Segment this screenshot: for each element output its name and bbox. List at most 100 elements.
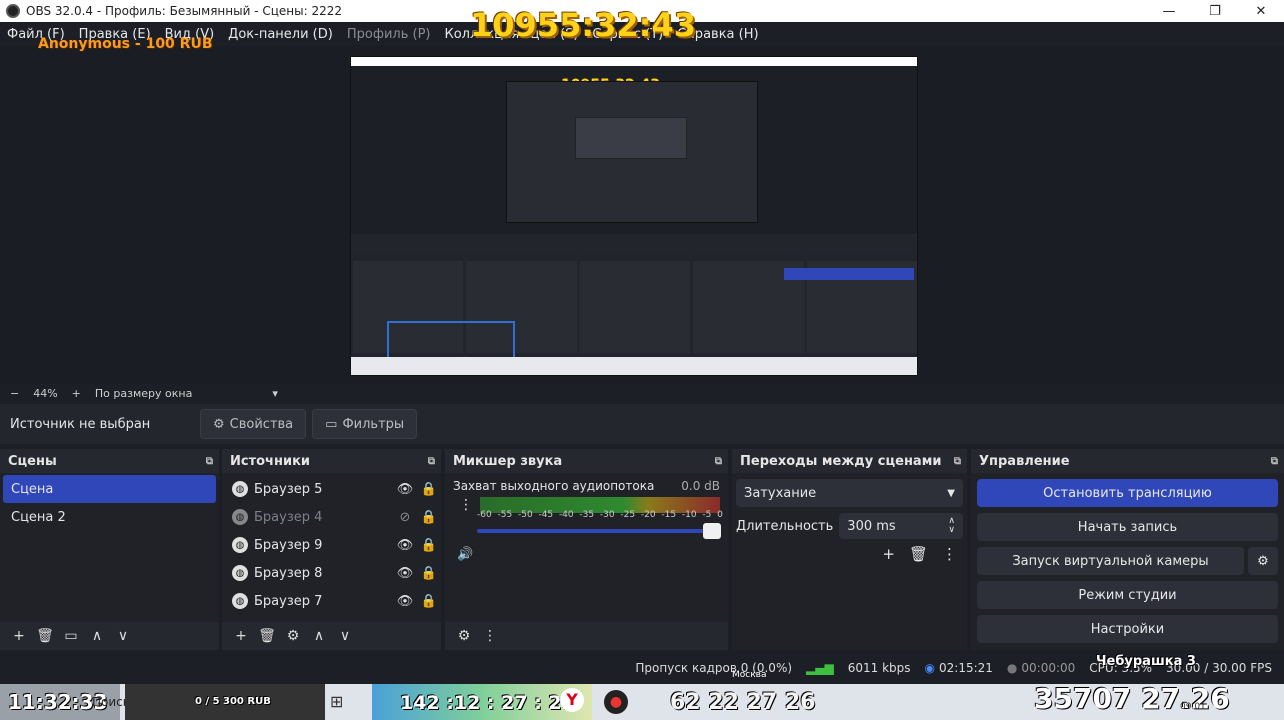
- close-button[interactable]: ✕: [1238, 0, 1284, 22]
- eye-icon[interactable]: 👁: [393, 594, 417, 609]
- meter-tick: -10: [681, 510, 697, 520]
- more-vertical-icon[interactable]: ⋮: [942, 545, 957, 563]
- eye-icon[interactable]: 👁: [393, 482, 417, 497]
- undock-icon[interactable]: ⧉: [1271, 456, 1278, 467]
- preview-area[interactable]: 10955:32:43: [0, 46, 1284, 384]
- arrow-down-icon[interactable]: ∨: [110, 628, 136, 644]
- transitions-header: Переходы между сценами ⧉: [732, 449, 967, 473]
- plus-icon[interactable]: +: [6, 628, 32, 644]
- scenes-toolbar: + 🗑 ▭ ∧ ∨: [0, 622, 219, 650]
- sources-dock: Источники ⧉ ◍ Браузер 5 👁 🔒 ◍ Браузер 4 ⊘ 🔒 ◍ Б…: [222, 449, 441, 650]
- counter-tile: 142 :12 : 27 : 25: [372, 684, 592, 720]
- zoom-in-button[interactable]: +: [72, 387, 81, 400]
- dock-title: Сцены: [8, 453, 57, 469]
- gear-icon[interactable]: ⚙: [280, 628, 306, 644]
- chevron-down-icon: ▼: [947, 487, 955, 499]
- scene-item[interactable]: Сцена: [3, 475, 216, 503]
- undock-icon[interactable]: ⧉: [954, 456, 961, 467]
- stop-stream-button[interactable]: Остановить трансляцию: [977, 479, 1278, 507]
- gear-icon[interactable]: ⚙: [451, 628, 477, 644]
- donation-progress: 0 / 5 300 RUB: [125, 684, 325, 720]
- volume-fader[interactable]: [477, 529, 721, 533]
- obs-taskbar-icon[interactable]: ●: [604, 690, 628, 714]
- mixer-body: Захват выходного аудиопотока 0.0 dB ⋮ 🔊 …: [445, 473, 728, 622]
- lock-icon[interactable]: 🔒: [417, 482, 441, 497]
- source-status: Источник не выбран: [10, 416, 151, 432]
- dock-title: Переходы между сценами: [740, 453, 942, 469]
- trash-icon[interactable]: 🗑: [254, 628, 280, 644]
- zoom-out-button[interactable]: −: [10, 387, 19, 400]
- nested-preview-inner: [575, 117, 687, 159]
- filter-icon[interactable]: ▭: [58, 628, 84, 644]
- maximize-button[interactable]: ❐: [1192, 0, 1238, 22]
- preview-titlebar: [351, 57, 917, 66]
- transitions-dock: Переходы между сценами ⧉ Затухание ▼ Дли…: [732, 449, 967, 650]
- trash-icon[interactable]: 🗑: [909, 545, 928, 563]
- nested-preview: [506, 81, 758, 223]
- stream-preview[interactable]: 10955:32:43: [350, 56, 918, 376]
- task-view-icon[interactable]: ⊞: [330, 692, 343, 711]
- source-item[interactable]: ◍ Браузер 5 👁 🔒: [222, 475, 441, 503]
- lock-icon[interactable]: 🔒: [417, 594, 441, 609]
- dropped-frames: Пропуск кадров 0 (0.0%): [635, 661, 793, 675]
- obs-logo-icon: [6, 4, 20, 18]
- settings-button[interactable]: Настройки: [977, 615, 1278, 643]
- lock-icon[interactable]: 🔒: [417, 510, 441, 525]
- studio-mode-button[interactable]: Режим студии: [977, 581, 1278, 609]
- source-name: Браузер 8: [254, 565, 323, 581]
- source-item[interactable]: ◍ Браузер 4 ⊘ 🔒: [222, 503, 441, 531]
- filters-button[interactable]: ▭ Фильтры: [312, 409, 418, 439]
- lock-icon[interactable]: 🔒: [417, 538, 441, 553]
- sources-toolbar: + 🗑 ⚙ ∧ ∨: [222, 622, 441, 650]
- gear-icon[interactable]: ⚙: [1248, 547, 1278, 575]
- duration-spinbox[interactable]: 300 ms ∧ ∨: [839, 513, 963, 539]
- properties-button[interactable]: ⚙ Свойства: [200, 409, 307, 439]
- sources-header: Источники ⧉: [222, 449, 441, 473]
- source-name: Браузер 5: [254, 481, 323, 497]
- eye-off-icon[interactable]: ⊘: [393, 510, 417, 525]
- arrow-down-icon[interactable]: ∨: [332, 628, 358, 644]
- meter-tick: -15: [661, 510, 677, 520]
- plus-icon[interactable]: +: [882, 545, 895, 563]
- counter-two: 62 22 27 26: [670, 690, 816, 715]
- source-item[interactable]: ◍ Браузер 7 👁 🔒: [222, 587, 441, 615]
- dock-title: Управление: [979, 453, 1070, 469]
- spin-arrows-icon[interactable]: ∧ ∨: [948, 517, 955, 535]
- eye-icon[interactable]: 👁: [393, 566, 417, 581]
- preview-canvas: 10955:32:43: [351, 74, 917, 234]
- preview-menubar: [351, 66, 917, 74]
- more-vertical-icon[interactable]: ⋮: [459, 497, 473, 513]
- source-item[interactable]: ◍ Браузер 8 👁 🔒: [222, 559, 441, 587]
- scenes-header: Сцены ⧉: [0, 449, 219, 473]
- menu-docks[interactable]: Док-панели (D): [221, 27, 340, 42]
- transition-select[interactable]: Затухание ▼: [736, 479, 963, 507]
- source-item[interactable]: ◍ Браузер 9 👁 🔒: [222, 531, 441, 559]
- volume-fader-handle[interactable]: [703, 523, 721, 539]
- undock-icon[interactable]: ⧉: [715, 456, 722, 467]
- transitions-body: Затухание ▼ Длительность 300 ms ∧ ∨ + 🗑 ⋮: [732, 473, 967, 650]
- dock-title: Источники: [230, 453, 310, 469]
- virtual-camera-button[interactable]: Запуск виртуальной камеры: [977, 547, 1244, 575]
- menu-profile[interactable]: Профиль (P): [340, 27, 438, 42]
- lock-icon[interactable]: 🔒: [417, 566, 441, 581]
- source-name: Браузер 9: [254, 537, 323, 553]
- scene-item[interactable]: Сцена 2: [3, 503, 216, 531]
- meter-tick: -5: [702, 510, 712, 520]
- trash-icon[interactable]: 🗑: [32, 628, 58, 644]
- stream-time: 02:15:21: [939, 661, 993, 675]
- start-recording-button[interactable]: Начать запись: [977, 513, 1278, 541]
- meter-tick: -45: [538, 510, 554, 520]
- more-vertical-icon[interactable]: ⋮: [477, 628, 503, 644]
- plus-icon[interactable]: +: [228, 628, 254, 644]
- volume-icon[interactable]: 🔊: [457, 547, 473, 562]
- arrow-up-icon[interactable]: ∧: [306, 628, 332, 644]
- yandex-browser-icon[interactable]: Y: [560, 688, 584, 712]
- undock-icon[interactable]: ⧉: [428, 456, 435, 467]
- meter-scale: -60 -55 -50 -45 -40 -35 -30 -25 -20 -15 -10 -5 0: [477, 510, 723, 520]
- undock-icon[interactable]: ⧉: [206, 456, 213, 467]
- minimize-button[interactable]: —: [1146, 0, 1192, 22]
- arrow-up-icon[interactable]: ∧: [84, 628, 110, 644]
- chevron-down-icon[interactable]: ▾: [272, 387, 278, 400]
- eye-icon[interactable]: 👁: [393, 538, 417, 553]
- zoom-fit-select[interactable]: По размеру окна: [95, 387, 192, 400]
